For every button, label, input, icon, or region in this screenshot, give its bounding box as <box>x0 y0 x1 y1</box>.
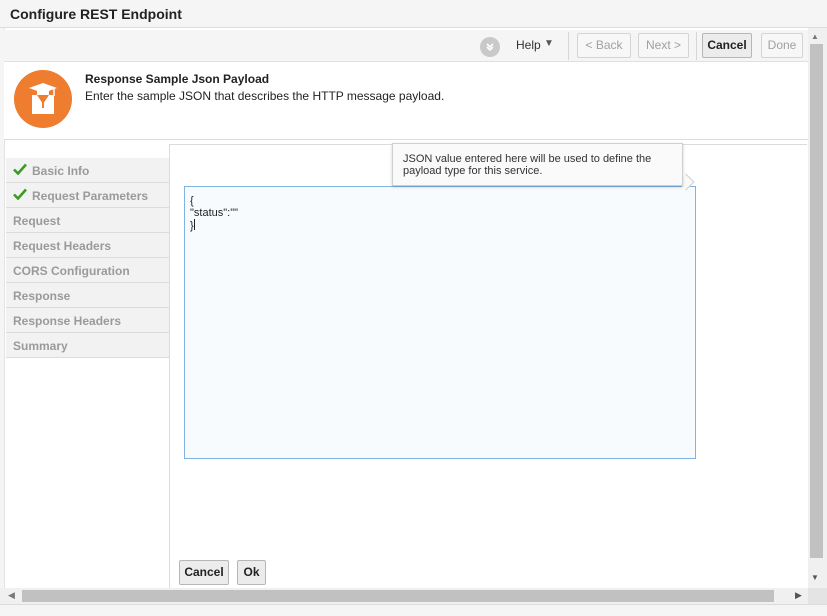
sidebar-item-response[interactable]: Response <box>6 283 169 308</box>
horizontal-scrollbar-thumb[interactable] <box>22 590 774 602</box>
sidebar-item-label: Request <box>13 214 61 228</box>
ok-button[interactable]: Ok <box>237 560 266 585</box>
sidebar-item-request-parameters[interactable]: Request Parameters <box>6 183 169 208</box>
help-tooltip: JSON value entered here will be used to … <box>392 143 683 186</box>
sidebar-item-label: Response Headers <box>13 314 122 328</box>
window-bottom-edge <box>0 604 827 616</box>
sidebar-item-label: Basic Info <box>32 164 90 178</box>
window-titlebar: Configure REST Endpoint <box>0 0 827 28</box>
chevron-down-icon[interactable]: ▼ <box>544 38 554 49</box>
checkmark-icon <box>13 188 27 200</box>
scroll-left-icon[interactable]: ◀ <box>8 590 15 601</box>
scroll-up-icon[interactable]: ▲ <box>811 32 819 41</box>
sidebar-item-label: Response <box>13 289 71 303</box>
window-title: Configure REST Endpoint <box>10 6 182 22</box>
vertical-scrollbar-thumb[interactable] <box>810 44 823 558</box>
toolbar-separator <box>568 32 569 60</box>
sidebar-item-basic-info[interactable]: Basic Info <box>6 158 169 183</box>
editor-line: { <box>190 195 194 207</box>
scroll-down-icon[interactable]: ▼ <box>811 573 819 582</box>
next-button[interactable]: Next > <box>638 33 689 58</box>
checkmark-icon <box>13 163 27 175</box>
editor-line: "status":"" <box>190 207 239 219</box>
cancel-button[interactable]: Cancel <box>179 560 229 585</box>
help-menu-button[interactable]: Help <box>516 38 541 52</box>
sidebar-item-label: Request Headers <box>13 239 112 253</box>
cancel-wizard-button[interactable]: Cancel <box>702 33 752 58</box>
page-description: Enter the sample JSON that describes the… <box>85 89 445 103</box>
tooltip-text: JSON value entered here will be used to … <box>403 153 652 177</box>
json-payload-text[interactable]: { "status":"" } <box>190 195 238 232</box>
page-title: Response Sample Json Payload <box>85 72 270 86</box>
scroll-right-icon[interactable]: ▶ <box>795 590 802 601</box>
done-button[interactable]: Done <box>761 33 803 58</box>
json-payload-editor[interactable]: { "status":"" } <box>184 186 696 459</box>
graduate-cap-icon <box>14 70 72 128</box>
sidebar-item-summary[interactable]: Summary <box>6 333 169 358</box>
sidebar-item-request[interactable]: Request <box>6 208 169 233</box>
scrollbar-corner <box>808 588 827 604</box>
toolbar-separator <box>696 32 697 60</box>
help-download-icon[interactable] <box>480 37 500 57</box>
sidebar-item-request-headers[interactable]: Request Headers <box>6 233 169 258</box>
back-button[interactable]: < Back <box>577 33 631 58</box>
sidebar-item-cors-configuration[interactable]: CORS Configuration <box>6 258 169 283</box>
sidebar-item-label: CORS Configuration <box>13 264 130 278</box>
sidebar-item-label: Summary <box>13 339 68 353</box>
sidebar-item-label: Request Parameters <box>32 189 149 203</box>
sidebar-item-response-headers[interactable]: Response Headers <box>6 308 169 333</box>
text-cursor <box>193 219 195 230</box>
